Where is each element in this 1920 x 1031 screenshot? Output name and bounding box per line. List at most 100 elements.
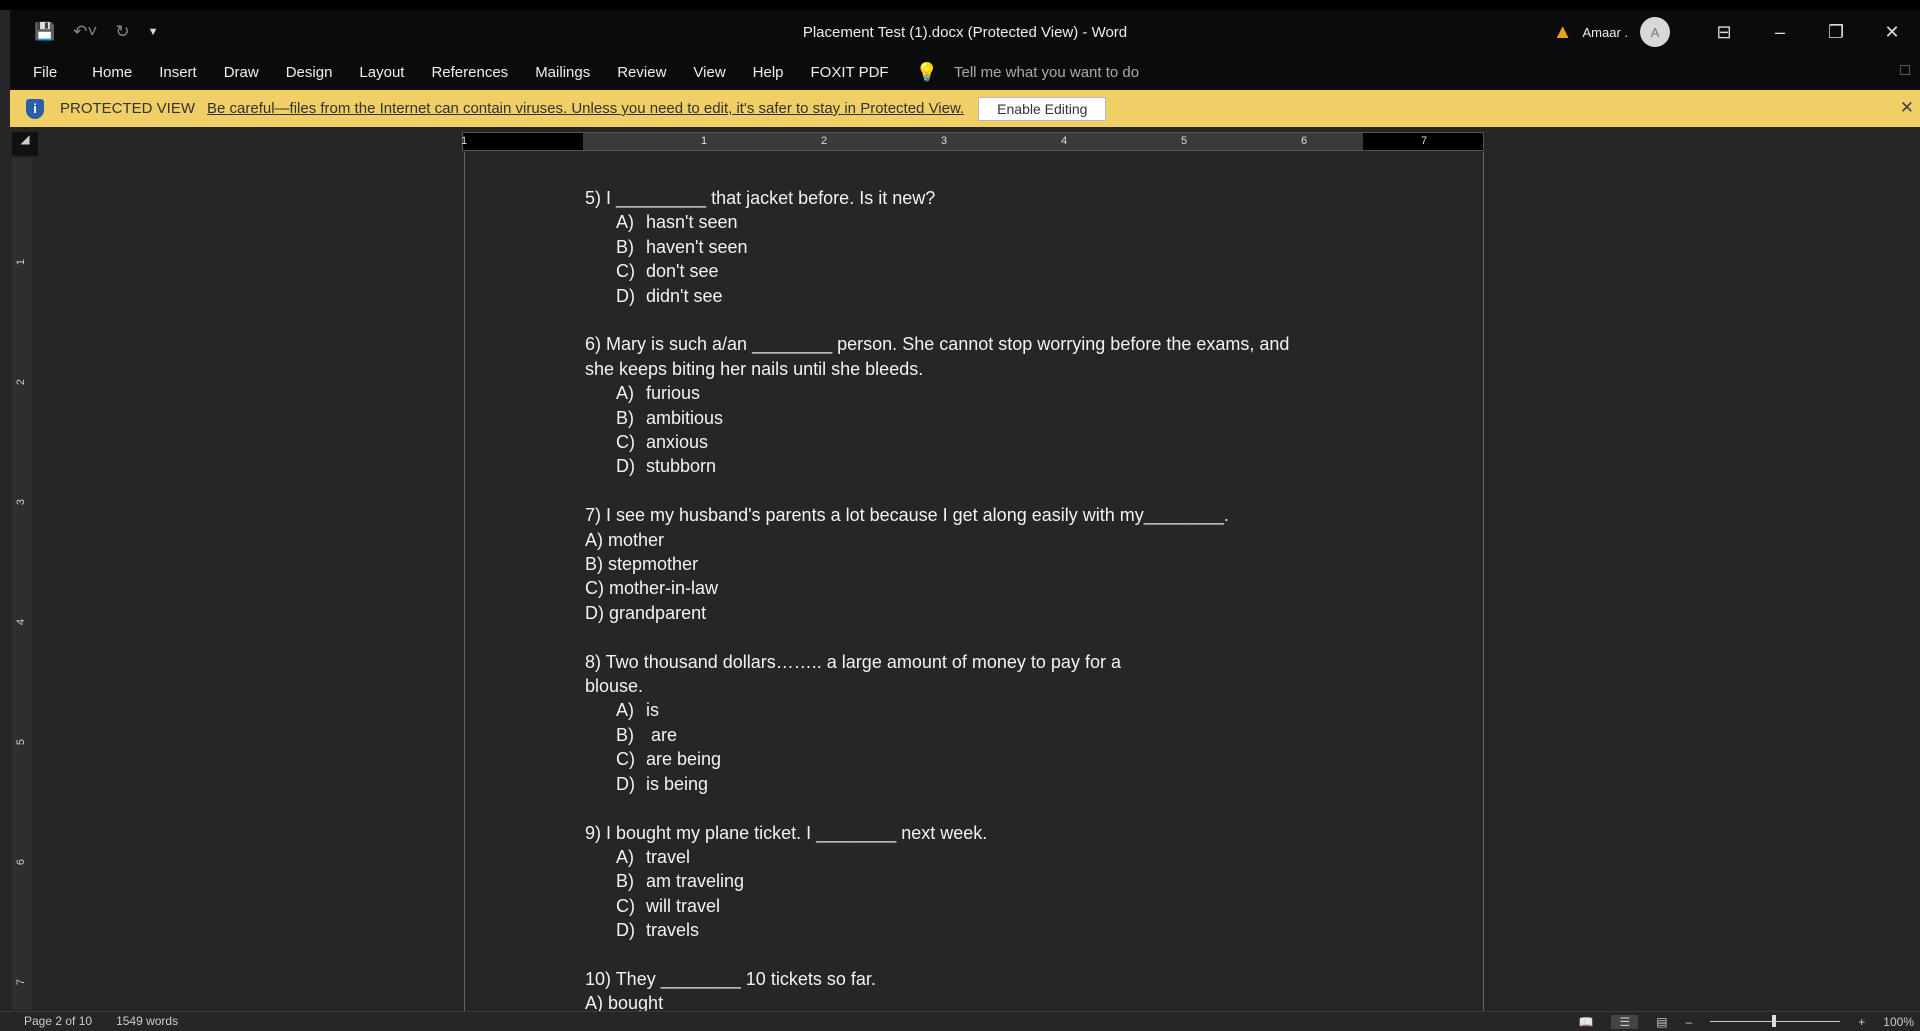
- option-text: anxious: [646, 432, 709, 453]
- tab-mailings[interactable]: Mailings: [535, 64, 590, 81]
- web-layout-icon[interactable]: ▤: [1656, 1015, 1667, 1029]
- option-letter: A): [616, 700, 634, 721]
- ribbon-tabs: File Home Insert Draw Design Layout References…: [10, 54, 1920, 90]
- word-count[interactable]: 1549 words: [116, 1014, 178, 1028]
- question-text: 8) Two thousand dollars…….. a large amou…: [585, 651, 1121, 672]
- tab-review[interactable]: Review: [617, 64, 666, 81]
- option-text: furious: [646, 383, 701, 404]
- option-letter: B): [616, 724, 634, 745]
- zoom-slider[interactable]: [1710, 1015, 1841, 1027]
- question-text: blouse.: [585, 676, 644, 697]
- tab-help[interactable]: Help: [753, 64, 784, 81]
- ruler-number: 2: [821, 135, 828, 147]
- warning-icon[interactable]: ▲: [1553, 21, 1573, 44]
- option-text: stubborn: [646, 456, 717, 477]
- page-count[interactable]: Page 2 of 10: [24, 1014, 92, 1028]
- zoom-slider-thumb[interactable]: [1772, 1015, 1777, 1027]
- print-layout-icon[interactable]: ☰: [1611, 1014, 1639, 1029]
- minimize-icon[interactable]: –: [1752, 22, 1808, 43]
- vertical-ruler-number: 7: [15, 978, 28, 986]
- answer-option: C) are being: [585, 747, 1289, 771]
- answer-option: D) stubborn: [585, 454, 1289, 478]
- save-icon[interactable]: 💾: [34, 22, 55, 42]
- option-text: bought: [608, 993, 664, 1011]
- tab-draw[interactable]: Draw: [224, 64, 259, 81]
- option-text: grandparent: [609, 602, 707, 623]
- option-letter: A): [585, 529, 603, 550]
- option-text: are: [646, 724, 678, 745]
- zoom-in-button[interactable]: +: [1858, 1015, 1865, 1029]
- option-text: will travel: [646, 895, 721, 916]
- zoom-out-button[interactable]: –: [1686, 1015, 1693, 1029]
- option-text: didn't see: [646, 285, 723, 306]
- answer-option: C) will travel: [585, 894, 1289, 918]
- tab-foxit-pdf[interactable]: FOXIT PDF: [811, 64, 889, 81]
- answer-option: D) grandparent: [585, 601, 1289, 625]
- answer-option: C) don't see: [585, 259, 1289, 283]
- option-text: mother-in-law: [609, 578, 719, 599]
- tab-references[interactable]: References: [431, 64, 508, 81]
- vertical-ruler-number: 6: [15, 858, 28, 866]
- question-text: 6) Mary is such a/an ________ person. Sh…: [585, 334, 1290, 355]
- option-letter: B): [616, 871, 634, 892]
- enable-editing-button[interactable]: Enable Editing: [978, 96, 1107, 121]
- tab-view[interactable]: View: [693, 64, 725, 81]
- zoom-level[interactable]: 100%: [1883, 1015, 1914, 1029]
- close-icon[interactable]: ✕: [1864, 22, 1920, 43]
- tab-home[interactable]: Home: [92, 64, 132, 81]
- read-mode-icon[interactable]: 📖: [1579, 1015, 1594, 1029]
- option-letter: B): [585, 554, 603, 575]
- option-letter: D): [616, 456, 635, 477]
- answer-option: A) is: [585, 698, 1289, 722]
- option-text: travels: [646, 920, 700, 941]
- tab-insert[interactable]: Insert: [159, 64, 197, 81]
- top-strip: [0, 0, 1920, 10]
- answer-option: D) travels: [585, 918, 1289, 942]
- vertical-ruler-number: 3: [15, 498, 28, 506]
- answer-option: A) furious: [585, 381, 1289, 405]
- close-bar-icon[interactable]: ✕: [1900, 98, 1914, 118]
- redo-icon[interactable]: ↻: [115, 22, 129, 42]
- tab-selector[interactable]: ◢: [12, 132, 38, 156]
- question-block: 6) Mary is such a/an ________ person. Sh…: [585, 332, 1289, 478]
- tab-layout[interactable]: Layout: [359, 64, 404, 81]
- question-block: 7) I see my husband's parents a lot beca…: [585, 503, 1289, 625]
- answer-option: A) mother: [585, 528, 1289, 552]
- protected-view-label: PROTECTED VIEW: [60, 100, 196, 117]
- question-block: 10) They ________ 10 tickets so far. A) b…: [585, 967, 1289, 1011]
- option-letter: C): [616, 749, 635, 770]
- answer-option: D) didn't see: [585, 284, 1289, 308]
- option-letter: A): [616, 846, 634, 867]
- option-text: are being: [646, 749, 722, 770]
- protected-view-message-link[interactable]: Be careful—files from the Internet can c…: [207, 100, 964, 117]
- restore-icon[interactable]: ❐: [1808, 22, 1864, 43]
- option-text: ambitious: [646, 407, 724, 428]
- option-text: haven't seen: [646, 236, 748, 257]
- ribbon-display-icon[interactable]: ⊟: [1696, 22, 1752, 43]
- answer-option: A) bought: [585, 991, 1289, 1011]
- question-text: 10) They ________ 10 tickets so far.: [585, 968, 876, 989]
- option-text: travel: [646, 846, 691, 867]
- answer-option: B) am traveling: [585, 869, 1289, 893]
- question-text: 9) I bought my plane ticket. I ________ …: [585, 822, 988, 843]
- status-bar: Page 2 of 10 1549 words 📖 ☰ ▤ – + 100%: [0, 1011, 1920, 1030]
- title-bar: 💾 ↶˅ ↻ ▼ Placement Test (1).docx (Protec…: [10, 10, 1920, 54]
- tab-design[interactable]: Design: [286, 64, 333, 81]
- answer-option: B) are: [585, 723, 1289, 747]
- comments-icon[interactable]: □: [1900, 62, 1910, 80]
- answer-option: B) haven't seen: [585, 235, 1289, 259]
- user-name[interactable]: Amaar .: [1582, 25, 1628, 40]
- document-page[interactable]: 5) I _________ that jacket before. Is it…: [464, 152, 1484, 1011]
- horizontal-ruler[interactable]: 1 1 2 3 4 5 6 7: [461, 132, 1484, 151]
- customize-icon[interactable]: ▼: [148, 26, 159, 38]
- tell-me-input[interactable]: Tell me what you want to do: [954, 64, 1139, 81]
- option-text: don't see: [646, 261, 719, 282]
- ruler-number: 5: [1181, 135, 1188, 147]
- avatar[interactable]: A: [1640, 17, 1670, 47]
- ruler-number: 1: [461, 135, 468, 147]
- vertical-ruler[interactable]: 1 2 3 4 5 6 7: [12, 158, 32, 1010]
- option-text: am traveling: [646, 871, 745, 892]
- undo-icon[interactable]: ↶˅: [73, 22, 97, 42]
- option-text: stepmother: [608, 554, 699, 575]
- tab-file[interactable]: File: [33, 64, 57, 81]
